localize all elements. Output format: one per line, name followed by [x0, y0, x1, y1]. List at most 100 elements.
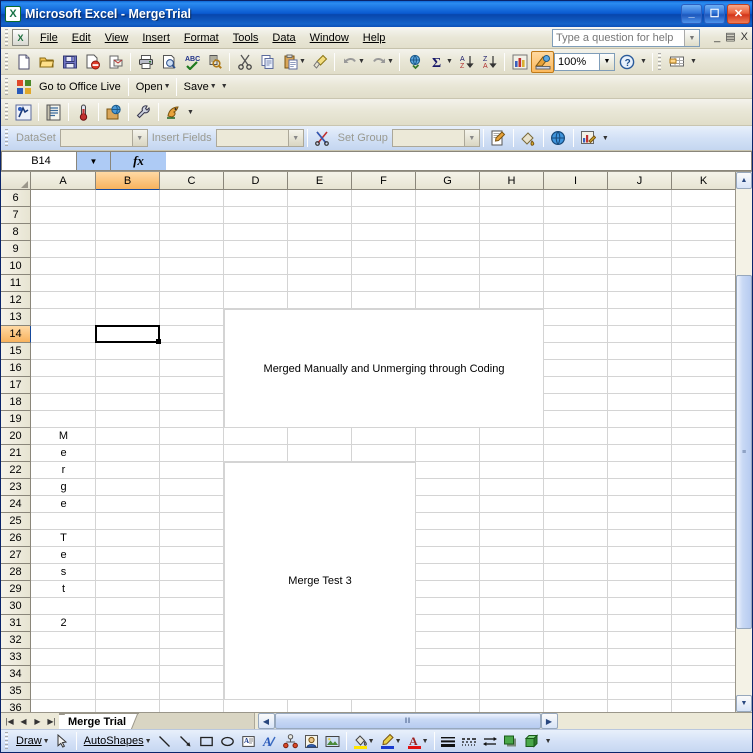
shadow-style-icon[interactable] [501, 731, 522, 751]
cell-K36[interactable] [672, 700, 735, 712]
cell-C6[interactable] [160, 190, 224, 207]
cell-B7[interactable] [96, 207, 160, 224]
row-header-15[interactable]: 15 [1, 343, 31, 360]
cell-G8[interactable] [416, 224, 480, 241]
cell-H25[interactable] [480, 513, 544, 530]
cell-H35[interactable] [480, 683, 544, 700]
copy-icon[interactable] [256, 51, 279, 73]
open-dropdown-icon[interactable]: ▼ [164, 83, 173, 90]
cell-I14[interactable] [544, 326, 608, 343]
cell-C14[interactable] [160, 326, 224, 343]
cell-G23[interactable] [416, 479, 480, 496]
cell-B30[interactable] [96, 598, 160, 615]
cell-H6[interactable] [480, 190, 544, 207]
zoom-dropdown-icon[interactable]: ▼ [600, 52, 615, 71]
standard-toolbar-gripper[interactable] [3, 52, 10, 71]
menu-data[interactable]: Data [265, 29, 302, 47]
cell-J29[interactable] [608, 581, 672, 598]
cell-E10[interactable] [288, 258, 352, 275]
menu-tools[interactable]: Tools [226, 29, 266, 47]
dataset-toolbar-overflow[interactable]: ▼ [600, 128, 611, 148]
row-header-16[interactable]: 16 [1, 360, 31, 377]
row-header-10[interactable]: 10 [1, 258, 31, 275]
new-icon[interactable] [12, 51, 35, 73]
cell-A12[interactable] [31, 292, 96, 309]
cell-G32[interactable] [416, 632, 480, 649]
cell-J34[interactable] [608, 666, 672, 683]
cell-A15[interactable] [31, 343, 96, 360]
email-icon[interactable] [104, 51, 127, 73]
row-header-18[interactable]: 18 [1, 394, 31, 411]
3d-style-icon[interactable] [522, 731, 543, 751]
cell-C7[interactable] [160, 207, 224, 224]
column-header-k[interactable]: K [672, 172, 735, 190]
arrow-style-icon[interactable] [480, 731, 501, 751]
cell-G35[interactable] [416, 683, 480, 700]
cell-G26[interactable] [416, 530, 480, 547]
cell-I33[interactable] [544, 649, 608, 666]
select-objects-icon[interactable] [52, 731, 73, 751]
cell-C8[interactable] [160, 224, 224, 241]
cell-K31[interactable] [672, 615, 735, 632]
cell-D6[interactable] [224, 190, 288, 207]
cell-H34[interactable] [480, 666, 544, 683]
zoom-input[interactable]: 100% [554, 52, 600, 71]
cell-I25[interactable] [544, 513, 608, 530]
cell-J19[interactable] [608, 411, 672, 428]
formula-input[interactable] [166, 151, 752, 171]
row-header-27[interactable]: 27 [1, 547, 31, 564]
scroll-left-button[interactable]: ◀ [257, 713, 275, 729]
cell-E8[interactable] [288, 224, 352, 241]
chevron-down-icon[interactable]: ▼ [287, 130, 303, 146]
menu-insert[interactable]: Insert [135, 29, 177, 47]
set-group-combo[interactable]: ▼ [391, 129, 480, 147]
cell-I18[interactable] [544, 394, 608, 411]
cell-B6[interactable] [96, 190, 160, 207]
cell-C11[interactable] [160, 275, 224, 292]
cell-H23[interactable] [480, 479, 544, 496]
cell-C36[interactable] [160, 700, 224, 712]
menu-view[interactable]: View [98, 29, 136, 47]
cell-D9[interactable] [224, 241, 288, 258]
cell-H9[interactable] [480, 241, 544, 258]
cell-D7[interactable] [224, 207, 288, 224]
cell-B34[interactable] [96, 666, 160, 683]
cell-B25[interactable] [96, 513, 160, 530]
column-header-g[interactable]: G [416, 172, 480, 190]
cell-A18[interactable] [31, 394, 96, 411]
cell-D20[interactable] [224, 428, 288, 445]
cell-C30[interactable] [160, 598, 224, 615]
cell-F10[interactable] [352, 258, 416, 275]
design-icon[interactable] [12, 101, 35, 123]
cell-K8[interactable] [672, 224, 735, 241]
cell-I7[interactable] [544, 207, 608, 224]
cell-G34[interactable] [416, 666, 480, 683]
scroll-down-button[interactable]: ▼ [736, 695, 752, 712]
cell-J26[interactable] [608, 530, 672, 547]
cell-K32[interactable] [672, 632, 735, 649]
cell-J8[interactable] [608, 224, 672, 241]
cell-A34[interactable] [31, 666, 96, 683]
cell-J16[interactable] [608, 360, 672, 377]
name-box-dropdown-icon[interactable]: ▼ [76, 152, 110, 170]
scissors-icon[interactable] [311, 127, 334, 149]
cell-A19[interactable] [31, 411, 96, 428]
cell-F11[interactable] [352, 275, 416, 292]
cell-I9[interactable] [544, 241, 608, 258]
cell-I12[interactable] [544, 292, 608, 309]
cell-G12[interactable] [416, 292, 480, 309]
cell-F21[interactable] [352, 445, 416, 462]
office-live-gripper[interactable] [3, 77, 10, 96]
cell-B22[interactable] [96, 462, 160, 479]
sheet-tab-merge-trial[interactable]: Merge Trial [59, 713, 140, 729]
save-icon[interactable] [58, 51, 81, 73]
cell-C17[interactable] [160, 377, 224, 394]
help-icon[interactable]: ? [615, 51, 638, 73]
column-header-c[interactable]: C [160, 172, 224, 190]
rectangle-icon[interactable] [196, 731, 217, 751]
cell-J11[interactable] [608, 275, 672, 292]
cell-J7[interactable] [608, 207, 672, 224]
cut-icon[interactable] [233, 51, 256, 73]
cell-I17[interactable] [544, 377, 608, 394]
cell-E21[interactable] [288, 445, 352, 462]
